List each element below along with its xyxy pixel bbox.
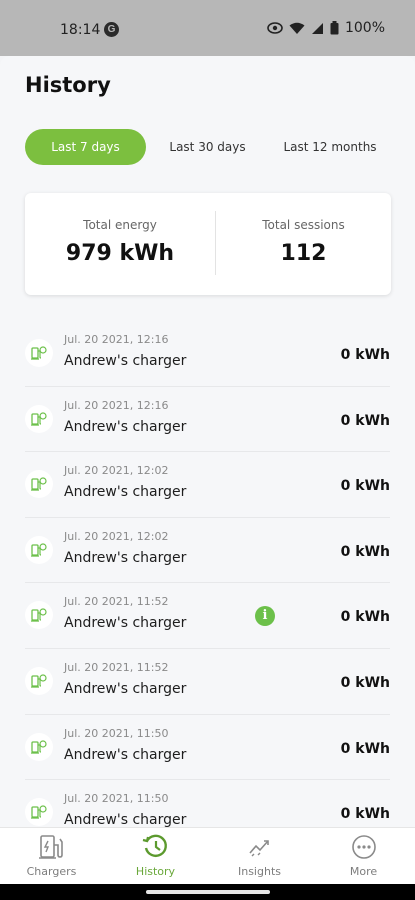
session-date: Jul. 20 2021, 12:02 — [64, 464, 169, 478]
list-item[interactable]: Jul. 20 2021, 11:50 Andrew's charger 0 kWh — [25, 780, 390, 832]
session-energy: 0 kWh — [340, 674, 390, 691]
status-time: 18:14 — [60, 22, 101, 38]
battery-icon — [330, 21, 339, 35]
bottom-nav: Chargers History Insights More — [0, 827, 415, 884]
charging-session-icon — [25, 798, 53, 827]
total-energy-value: 979 kWh — [65, 241, 175, 266]
charging-session-icon — [25, 339, 53, 367]
session-date: Jul. 20 2021, 12:16 — [64, 333, 169, 346]
total-sessions-stat: Total sessions 112 — [216, 193, 391, 295]
period-tabs: Last 7 days Last 30 days Last 12 months — [25, 129, 395, 165]
charging-session-icon — [25, 732, 53, 761]
list-item[interactable]: Jul. 20 2021, 11:52 Andrew's charger 0 kWh… — [25, 583, 390, 649]
summary-card: Total energy 979 kWh Total sessions 112 — [25, 193, 391, 295]
nav-label-insights: Insights — [237, 865, 281, 878]
gesture-bar — [0, 884, 415, 900]
insights-icon — [249, 840, 269, 857]
session-date: Jul. 20 2021, 11:52 — [64, 595, 169, 609]
charging-session-icon — [25, 404, 53, 433]
session-list: Jul. 20 2021, 12:16 Andrew's charger 0 kWh… — [0, 321, 415, 832]
total-sessions-label: Total sessions — [262, 218, 345, 232]
charging-session-icon — [25, 666, 53, 695]
status-indicators: 100% — [267, 20, 385, 36]
total-sessions-value: 112 — [280, 241, 327, 266]
nav-label-chargers: Chargers — [26, 865, 77, 878]
nav-item-more[interactable]: More — [312, 828, 415, 885]
session-date: Jul. 20 2021, 12:02 — [64, 529, 169, 543]
tab-last-30-days[interactable]: Last 30 days — [160, 129, 255, 165]
gesture-handle[interactable] — [146, 890, 270, 894]
app-surface: History Last 7 days Last 30 days Last 12… — [0, 56, 415, 832]
session-energy: 0 kWh — [340, 478, 390, 495]
list-item[interactable]: Jul. 20 2021, 11:50 Andrew's charger 0 kWh — [25, 715, 390, 781]
more-icon — [352, 835, 376, 859]
battery-level: 100% — [344, 20, 385, 36]
list-item[interactable]: Jul. 20 2021, 11:52 Andrew's charger 0 kWh — [25, 649, 390, 715]
session-charger-name: Andrew's charger — [64, 549, 187, 566]
session-charger-name: Andrew's charger — [64, 746, 187, 763]
nav-item-history[interactable]: History — [104, 828, 207, 885]
session-energy: 0 kWh — [340, 543, 390, 560]
session-energy: 0 kWh — [340, 412, 390, 429]
session-charger-name: Andrew's charger — [64, 353, 187, 369]
nav-label-history: History — [135, 865, 176, 878]
nav-item-chargers[interactable]: Chargers — [0, 828, 103, 885]
session-energy: 0 kWh — [340, 609, 390, 626]
list-item[interactable]: Jul. 20 2021, 12:02 Andrew's charger 0 kWh — [25, 518, 390, 584]
wifi-icon — [289, 22, 305, 34]
session-charger-name: Andrew's charger — [64, 615, 187, 632]
session-energy: 0 kWh — [340, 347, 390, 363]
charger-icon — [39, 835, 63, 859]
tab-last-12-months[interactable]: Last 12 months — [275, 129, 385, 165]
page-title: History — [25, 73, 111, 97]
session-energy: 0 kWh — [340, 806, 390, 823]
session-date: Jul. 20 2021, 11:52 — [64, 660, 169, 674]
list-item[interactable]: Jul. 20 2021, 12:16 Andrew's charger 0 kWh — [25, 387, 390, 453]
total-energy-label: Total energy — [83, 218, 157, 232]
notification-g-icon: G — [104, 22, 119, 37]
eye-icon — [267, 22, 283, 34]
session-charger-name: Andrew's charger — [64, 418, 187, 435]
list-item[interactable]: Jul. 20 2021, 12:02 Andrew's charger 0 kWh — [25, 452, 390, 518]
nav-item-insights[interactable]: Insights — [208, 828, 311, 885]
charging-session-icon — [25, 535, 53, 564]
nav-label-more: More — [349, 865, 378, 878]
total-energy-stat: Total energy 979 kWh — [25, 193, 215, 295]
signal-icon — [311, 22, 323, 34]
history-icon — [142, 834, 167, 857]
status-bar: 18:14 G 100% — [0, 0, 415, 56]
session-date: Jul. 20 2021, 11:50 — [64, 792, 169, 806]
session-date: Jul. 20 2021, 12:16 — [64, 398, 169, 412]
charging-session-icon — [25, 601, 53, 630]
tab-last-7-days[interactable]: Last 7 days — [25, 129, 146, 165]
info-icon[interactable]: i — [255, 606, 275, 627]
session-date: Jul. 20 2021, 11:50 — [64, 726, 169, 740]
session-charger-name: Andrew's charger — [64, 484, 187, 501]
charging-session-icon — [25, 470, 53, 499]
list-item[interactable]: Jul. 20 2021, 12:16 Andrew's charger 0 kWh — [25, 321, 390, 387]
session-charger-name: Andrew's charger — [64, 680, 187, 697]
session-energy: 0 kWh — [340, 740, 390, 757]
session-charger-name: Andrew's charger — [64, 812, 187, 829]
